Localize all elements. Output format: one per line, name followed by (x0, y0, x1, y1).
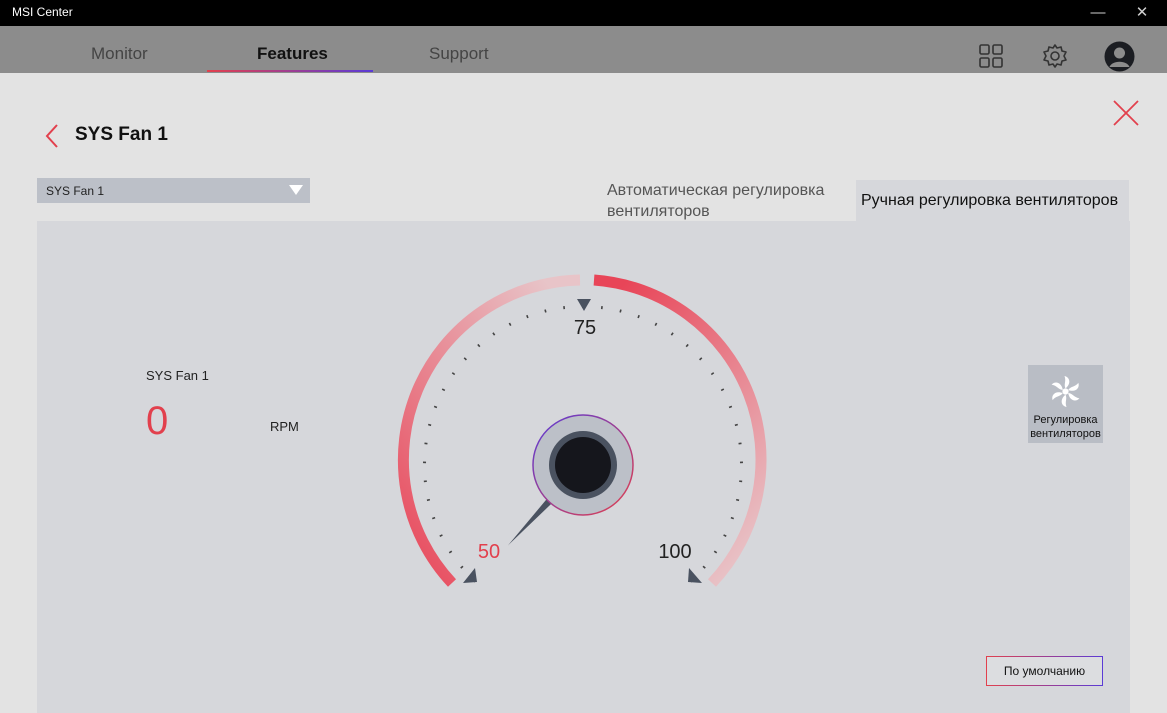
gauge-tick (427, 423, 432, 427)
gauge-tick (734, 423, 739, 427)
close-icon[interactable] (1112, 99, 1140, 127)
fan-select-dropdown[interactable]: SYS Fan 1 (37, 178, 310, 203)
gauge-tick (441, 388, 446, 392)
gauge-tick (730, 516, 734, 520)
gauge-marker-100 (688, 568, 702, 583)
tab-support[interactable]: Support (429, 44, 489, 64)
fan-control-label: Регулировка вентиляторов (1030, 414, 1101, 440)
default-button[interactable]: По умолчанию (986, 656, 1103, 686)
gauge-tick (685, 343, 689, 348)
gauge-label-75: 75 (574, 317, 596, 339)
avatar[interactable] (1104, 41, 1135, 72)
gauge-tick (451, 372, 456, 376)
back-chevron-icon[interactable] (43, 123, 61, 149)
gauge-tick (448, 550, 453, 554)
gauge-label-100: 100 (658, 541, 691, 563)
gauge-tick (702, 565, 706, 569)
gauge-tick (526, 314, 529, 319)
fan-rpm-value: 0 (146, 399, 169, 443)
gauge-tick (508, 322, 512, 326)
fan-select-value: SYS Fan 1 (46, 184, 105, 198)
gauge-label-50: 50 (478, 541, 500, 563)
tab-manual-label: Ручная регулировка вентиляторов (861, 192, 1119, 209)
fan-rpm-unit: RPM (270, 419, 299, 434)
chevron-down-icon (289, 185, 303, 195)
active-tab-underline (207, 70, 373, 72)
tab-manual-fan-control[interactable]: Ручная регулировка вентиляторов (856, 180, 1129, 222)
gauge-tick (426, 498, 431, 502)
fan-icon (1051, 376, 1080, 407)
gauge-tick (699, 357, 703, 361)
gauge-tick (710, 372, 715, 376)
gauge-tick (720, 388, 725, 392)
app-title: MSI Center (12, 5, 73, 19)
gauge-marker-50 (463, 568, 477, 583)
gauge-tick (713, 550, 718, 554)
gauge-tick (477, 343, 481, 348)
gauge-tick (544, 309, 547, 313)
gauge-knob[interactable] (555, 437, 611, 493)
gauge-tick (654, 322, 658, 326)
fan-speed-gauge[interactable]: 75 50 100 (390, 265, 780, 600)
gear-icon[interactable] (1042, 43, 1068, 69)
tab-monitor[interactable]: Monitor (91, 44, 148, 64)
gauge-tick (463, 357, 467, 361)
gauge-tick (619, 309, 622, 313)
title-bar: MSI Center — ✕ (0, 0, 1167, 26)
top-navigation: Monitor Features Support (0, 26, 1167, 73)
gauge-marker-75 (577, 299, 591, 311)
gauge-tick (637, 314, 640, 319)
gauge-tick (433, 405, 438, 409)
gauge-tick (432, 516, 436, 520)
fan-control-button[interactable]: Регулировка вентиляторов (1028, 365, 1103, 443)
gauge-tick (735, 498, 740, 502)
tab-auto-fan-control[interactable]: Автоматическая регулировка вентиляторов (607, 180, 847, 222)
gauge-tick (439, 534, 443, 537)
tab-features[interactable]: Features (257, 44, 328, 64)
close-window-button[interactable]: ✕ (1122, 0, 1162, 26)
gauge-tick (728, 405, 733, 409)
minimize-button[interactable]: — (1078, 0, 1118, 26)
grid-icon[interactable] (978, 43, 1004, 69)
fan-status-name: SYS Fan 1 (146, 368, 209, 383)
gauge-tick (492, 332, 496, 336)
gauge-tick (460, 565, 464, 569)
gauge-tick (670, 332, 674, 336)
page-title: SYS Fan 1 (75, 124, 168, 145)
gauge-tick (723, 534, 727, 537)
